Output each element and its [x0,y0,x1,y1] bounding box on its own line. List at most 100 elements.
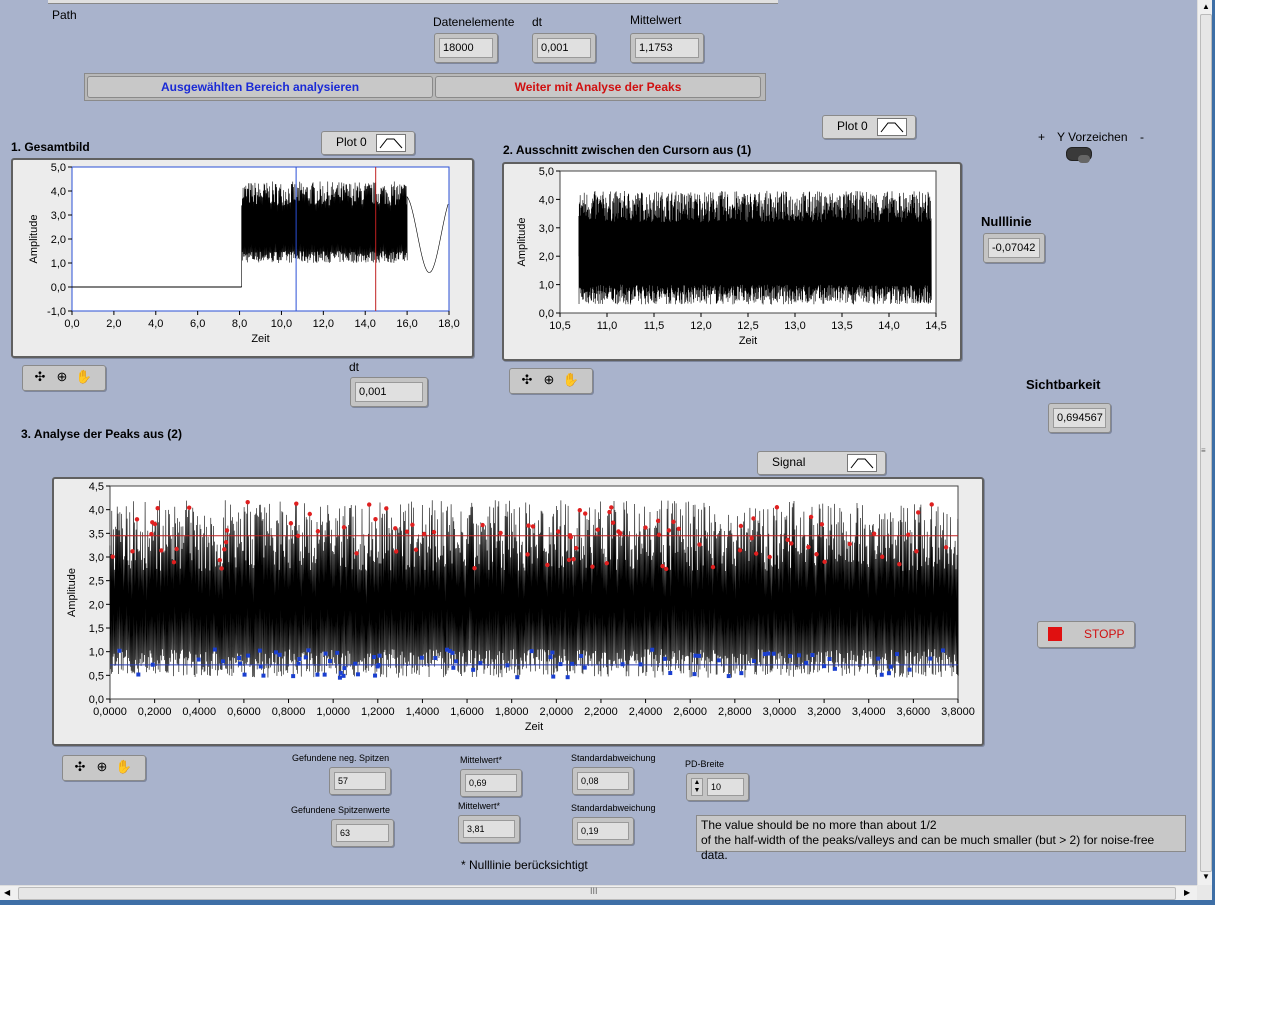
valley-marker [341,673,346,678]
valley-marker [303,655,308,660]
valley-marker [322,672,327,677]
pan-hand-icon[interactable]: ✋ [115,759,133,775]
valley-marker [888,664,893,669]
peak-marker [245,499,250,505]
valley-marker [787,653,792,658]
peak-marker [134,517,140,522]
valley-marker [832,666,837,671]
peak-marker [847,541,852,547]
peak-marker [421,531,427,537]
y-axis-label: Amplitude [28,215,40,264]
graph2-plot-legend[interactable]: Plot 0 [822,115,916,139]
peak-marker [643,525,648,530]
valley-marker [274,650,279,655]
scroll-left-arrow-icon[interactable]: ◀ [4,888,10,897]
peak-marker [604,561,609,566]
peak-marker [607,509,612,515]
y-tick-label: 2,0 [89,599,104,611]
analyse-peaks-button[interactable]: Weiter mit Analyse der Peaks [435,76,761,98]
x-axis-label: Zeit [251,333,269,345]
path-control[interactable] [48,0,778,4]
vertical-scrollbar[interactable]: ▲ ≡ ▼ [1197,0,1213,885]
peak-marker [393,526,398,531]
valley-marker [662,656,667,661]
graph3-peaks-chart[interactable]: 0,0000 0,2000 0,4000 0,6000 0,8000 1,0000 1,20… [52,477,984,746]
mittelwert-peaks-indicator: 3,81 [458,815,520,843]
valley-marker [238,661,243,666]
mittelwert-label-top: Mittelwert [630,13,682,27]
nulllinie-indicator: -0,07042 [983,233,1045,263]
peak-marker [916,510,921,515]
x-tick-label: 0,6000 [227,706,261,718]
peak-marker [774,505,780,510]
y-tick-label: 3,0 [89,552,104,564]
stopp-label: STOPP [1084,627,1125,641]
horizontal-scrollbar[interactable]: ◀ III ▶ [0,885,1197,901]
scroll-up-arrow-icon[interactable]: ▲ [1202,2,1210,11]
x-tick-label: 3,0000 [763,706,797,718]
stopp-button[interactable]: STOPP [1037,621,1135,648]
valley-marker [693,653,698,658]
toggle-plus-label: + [1038,130,1046,144]
x-tick-label: 0,8000 [272,706,306,718]
x-tick-label: 2,4000 [629,706,663,718]
pd-breite-control[interactable]: ▲ ▼ 10 [686,773,749,801]
peak-marker [738,523,744,529]
pan-hand-icon[interactable]: ✋ [562,372,580,388]
y-tick-label: 3,0 [539,223,554,235]
front-panel: Path Datenelemente 18000 dt 0,001 Mittel… [0,0,1197,885]
pd-breite-value[interactable]: 10 [707,778,744,796]
graph2-waveform-chart[interactable]: 10,5 11,0 11,5 12,0 12,5 13,0 13,5 14,0 14,5 0,0 1… [502,162,962,361]
valley-marker [150,662,155,667]
y-tick-label: 1,0 [539,280,554,292]
vertical-scroll-thumb[interactable] [1200,14,1212,872]
y-tick-label: 2,0 [539,251,554,263]
analyse-range-button[interactable]: Ausgewählten Bereich analysieren [87,76,433,98]
mittelwert-valleys-indicator: 0,69 [460,769,522,797]
x-tick-label: 3,2000 [807,706,841,718]
graph1-toolbar: ✣ ⊕ ✋ [22,365,106,391]
scroll-down-arrow-icon[interactable]: ▼ [1202,872,1210,881]
pd-breite-label: PD-Breite [685,759,725,769]
x-tick-label: 18,0 [438,318,459,330]
y-tick-label: 0,0 [89,694,104,706]
horizontal-grip-label: III [590,886,598,896]
valley-marker [726,674,731,679]
dt-indicator-top: 0,001 [532,33,596,63]
peak-marker [171,559,177,565]
peak-marker [223,539,229,545]
graph1-waveform-chart[interactable]: 0,0 2,0 4,0 6,0 8,0 10,0 12,0 14,0 16,0 18,0 -1,0 0… [11,158,474,358]
stepper-arrows-icon[interactable]: ▲ ▼ [691,778,703,796]
peak-marker [906,532,911,537]
peak-marker [666,528,672,533]
peak-marker [808,514,814,520]
valley-marker [668,671,673,676]
x-tick-label: 1,0000 [316,706,350,718]
graph1-plot-legend[interactable]: Plot 0 [321,131,415,155]
peak-marker [655,518,661,524]
zoom-icon[interactable]: ⊕ [540,372,558,388]
valley-marker [373,673,378,678]
peak-marker [583,511,588,516]
peak-marker [806,544,811,550]
line-style-icon [877,118,907,136]
peak-marker [610,520,616,525]
graph3-plot-legend[interactable]: Signal [757,451,886,475]
peak-marker [480,522,485,528]
cursor-move-icon[interactable]: ✣ [518,372,536,388]
peak-marker [155,505,160,511]
y-tick-label: 4,0 [51,186,66,198]
valley-marker [582,665,587,670]
zoom-icon[interactable]: ⊕ [93,759,111,775]
valley-marker [827,656,832,661]
cursor-move-icon[interactable]: ✣ [71,759,89,775]
valley-marker [258,664,263,669]
valley-marker [822,664,827,669]
scroll-right-arrow-icon[interactable]: ▶ [1184,888,1190,897]
graph2-title: 2. Ausschnitt zwischen den Cursorn aus (… [503,143,752,157]
cursor-move-icon[interactable]: ✣ [31,369,49,385]
zoom-icon[interactable]: ⊕ [53,369,71,385]
pan-hand-icon[interactable]: ✋ [75,369,93,385]
valley-marker [372,655,377,660]
peak-marker [341,525,347,530]
